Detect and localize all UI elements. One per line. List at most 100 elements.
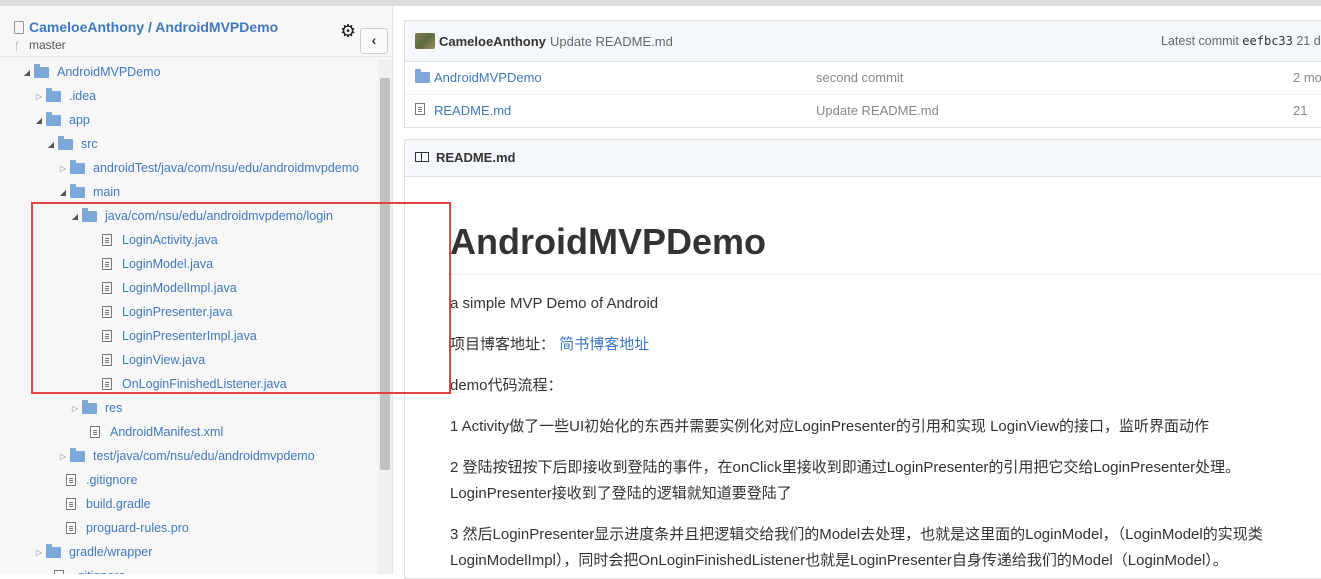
tree-item-label[interactable]: LoginActivity.java <box>122 233 218 247</box>
collapsed-arrow-icon[interactable]: ▷ <box>56 452 70 461</box>
file-icon <box>102 378 112 390</box>
tree-file-row[interactable]: LoginPresenterImpl.java <box>80 324 257 348</box>
tree-item-label[interactable]: OnLoginFinishedListener.java <box>122 377 287 391</box>
file-row[interactable]: README.md Update README.md 21 <box>405 94 1321 127</box>
tree-item-label[interactable]: AndroidMVPDemo <box>57 65 161 79</box>
scrollbar-thumb[interactable] <box>380 78 390 470</box>
expanded-arrow-icon[interactable]: ◢ <box>68 212 82 221</box>
collapsed-arrow-icon[interactable]: ▷ <box>56 164 70 173</box>
tree-item-label[interactable]: androidTest/java/com/nsu/edu/androidmvpd… <box>93 161 359 175</box>
tree-folder-row[interactable]: ◢ main <box>56 180 120 204</box>
tree-item-label[interactable]: gradle/wrapper <box>69 545 152 559</box>
tree-folder-row[interactable]: ▷ .idea <box>32 84 96 108</box>
chevron-left-icon: ‹ <box>371 32 377 48</box>
folder-icon <box>70 183 85 198</box>
repo-owner[interactable]: CameloeAnthony <box>29 19 144 35</box>
tree-folder-row[interactable]: ◢ java/com/nsu/edu/androidmvpdemo/login <box>68 204 333 228</box>
tree-file-row[interactable]: LoginPresenter.java <box>80 300 233 324</box>
file-row[interactable]: AndroidMVPDemo second commit 2 mo <box>405 61 1321 95</box>
collapsed-arrow-icon[interactable]: ▷ <box>68 404 82 413</box>
tree-item-label[interactable]: LoginPresenterImpl.java <box>122 329 257 343</box>
tree-file-row[interactable]: LoginView.java <box>80 348 205 372</box>
repo-icon <box>14 21 24 34</box>
tree-folder-row[interactable]: ▷ androidTest/java/com/nsu/edu/androidmvp… <box>56 156 359 180</box>
tree-item-label[interactable]: src <box>81 137 98 151</box>
tree-item-label[interactable]: build.gradle <box>86 497 151 511</box>
file-icon <box>415 103 425 118</box>
file-name[interactable]: README.md <box>434 103 511 118</box>
tree-file-row[interactable]: AndroidManifest.xml <box>68 420 223 444</box>
file-age: 21 <box>1293 103 1308 118</box>
commit-author[interactable]: CameloeAnthony <box>439 34 546 49</box>
tree-folder-row[interactable]: ◢ AndroidMVPDemo <box>20 60 161 84</box>
collapsed-arrow-icon[interactable]: ▷ <box>32 548 46 557</box>
tree-item-label[interactable]: res <box>105 401 122 415</box>
folder-icon <box>58 135 73 150</box>
file-commit-message[interactable]: second commit <box>816 70 903 85</box>
folder-icon <box>70 447 85 462</box>
expanded-arrow-icon[interactable]: ◢ <box>44 140 58 149</box>
tree-item-label[interactable]: proguard-rules.pro <box>86 521 189 535</box>
repo-header: CameloeAnthony / AndroidMVPDemo ᚴ master… <box>0 6 392 57</box>
tree-file-row[interactable]: proguard-rules.pro <box>44 516 189 540</box>
tree-item-label[interactable]: AndroidManifest.xml <box>110 425 223 439</box>
tree-item-label[interactable]: LoginModelImpl.java <box>122 281 237 295</box>
book-icon <box>415 152 429 162</box>
latest-commit-info: Latest commit eefbc33 21 d <box>1161 34 1321 48</box>
folder-icon <box>46 87 61 102</box>
readme-paragraph: demo代码流程： <box>450 377 563 394</box>
expanded-arrow-icon[interactable]: ◢ <box>20 68 34 77</box>
file-icon <box>66 498 76 510</box>
tree-item-label[interactable]: .gitignore <box>86 473 137 487</box>
tree-folder-row[interactable]: ▷ gradle/wrapper <box>32 540 152 564</box>
readme-heading: AndroidMVPDemo <box>450 221 767 262</box>
file-icon <box>102 258 112 270</box>
tree-folder-row[interactable]: ▷ res <box>68 396 122 420</box>
file-age: 2 mo <box>1293 70 1321 85</box>
file-icon <box>54 570 64 574</box>
commit-message[interactable]: Update README.md <box>550 34 673 49</box>
tree-item-label[interactable]: .idea <box>69 89 96 103</box>
folder-icon <box>82 207 97 222</box>
tree-file-row[interactable]: build.gradle <box>44 492 151 516</box>
tree-item-label[interactable]: java/com/nsu/edu/androidmvpdemo/login <box>105 209 333 223</box>
file-commit-message[interactable]: Update README.md <box>816 103 939 118</box>
tree-file-row[interactable]: .gitignore <box>32 564 125 574</box>
blog-link[interactable]: 简书博客地址 <box>559 336 649 353</box>
commit-sha[interactable]: eefbc33 <box>1242 34 1293 48</box>
collapse-sidebar-button[interactable]: ‹ <box>360 28 388 54</box>
tree-item-label[interactable]: LoginPresenter.java <box>122 305 233 319</box>
tree-folder-row[interactable]: ▷ test/java/com/nsu/edu/androidmvpdemo <box>56 444 315 468</box>
tree-file-row[interactable]: OnLoginFinishedListener.java <box>80 372 287 396</box>
tree-folder-row[interactable]: ◢ app <box>32 108 90 132</box>
tree-item-label[interactable]: test/java/com/nsu/edu/androidmvpdemo <box>93 449 315 463</box>
expanded-arrow-icon[interactable]: ◢ <box>56 188 70 197</box>
file-list-box: CameloeAnthony Update README.md Latest c… <box>404 20 1321 128</box>
file-name[interactable]: AndroidMVPDemo <box>434 70 542 85</box>
readme-paragraph: 1 Activity做了一些UI初始化的东西并需要实例化对应LoginPrese… <box>450 418 1210 435</box>
readme-paragraph: 2 登陆按钮按下后即接收到登陆的事件，在onClick里接收到即通过LoginP… <box>450 459 1241 476</box>
expanded-arrow-icon[interactable]: ◢ <box>32 116 46 125</box>
readme-paragraph: a simple MVP Demo of Android <box>450 295 659 312</box>
tree-file-row[interactable]: .gitignore <box>44 468 137 492</box>
repo-title[interactable]: CameloeAnthony / AndroidMVPDemo <box>29 19 278 35</box>
tree-item-label[interactable]: LoginView.java <box>122 353 205 367</box>
gear-icon[interactable]: ⚙ <box>340 22 356 40</box>
repo-name[interactable]: AndroidMVPDemo <box>155 19 278 35</box>
folder-icon <box>46 111 61 126</box>
tree-folder-row[interactable]: ◢ src <box>44 132 98 156</box>
tree-file-row[interactable]: LoginModelImpl.java <box>80 276 237 300</box>
tree-file-row[interactable]: LoginModel.java <box>80 252 213 276</box>
readme-box: README.md <box>404 139 1321 579</box>
tree-item-label[interactable]: .gitignore <box>74 569 125 574</box>
folder-icon <box>34 63 49 78</box>
collapsed-arrow-icon[interactable]: ▷ <box>32 92 46 101</box>
tree-item-label[interactable]: app <box>69 113 90 127</box>
branch-icon: ᚴ <box>14 41 21 53</box>
tree-item-label[interactable]: LoginModel.java <box>122 257 213 271</box>
branch-name[interactable]: master <box>29 38 66 52</box>
tree-item-label[interactable]: main <box>93 185 120 199</box>
avatar[interactable] <box>415 33 435 49</box>
tree-file-row[interactable]: LoginActivity.java <box>80 228 218 252</box>
latest-commit-bar: CameloeAnthony Update README.md Latest c… <box>405 21 1321 62</box>
